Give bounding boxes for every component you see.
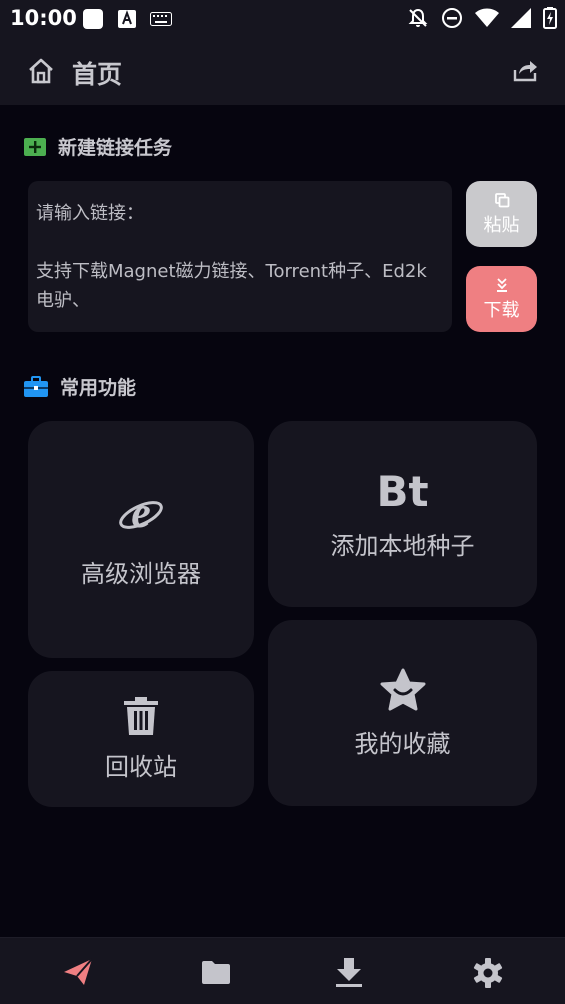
download-button[interactable]: 下载 [466, 266, 537, 332]
common-title: 常用功能 [60, 377, 137, 399]
add-box-icon [24, 137, 46, 156]
page-title: 首页 [72, 60, 123, 89]
add-torrent-label: 添加本地种子 [330, 532, 475, 560]
battery-charging-icon [543, 7, 557, 29]
download-arrow-icon [496, 277, 507, 292]
star-face-icon [380, 668, 425, 710]
app-bar: 首页 [0, 38, 565, 105]
ie-browser-icon: e [119, 490, 163, 536]
square-notification-icon [83, 9, 103, 29]
status-bar: 10:00 [0, 0, 565, 38]
signal-icon [511, 8, 531, 28]
favorites-label: 我的收藏 [354, 729, 451, 758]
folder-icon[interactable] [202, 960, 230, 984]
bottom-nav [0, 937, 565, 1004]
home-icon[interactable] [27, 57, 55, 85]
trash-icon [124, 696, 158, 735]
link-input-placeholder-line2: 支持下载Magnet磁力链接、Torrent种子、Ed2k电驴、 [36, 261, 427, 311]
do-not-disturb-icon [442, 8, 462, 28]
recycle-bin-label: 回收站 [105, 752, 177, 781]
download-label: 下载 [483, 299, 520, 321]
browser-label: 高级浏览器 [81, 560, 201, 588]
font-a-icon [118, 10, 136, 28]
copy-icon [494, 192, 509, 207]
bt-icon: Bt [376, 467, 429, 516]
paste-label: 粘贴 [483, 214, 520, 236]
keyboard-icon [150, 12, 172, 26]
favorites-card[interactable]: 我的收藏 [268, 620, 537, 806]
status-time: 10:00 [10, 6, 77, 30]
common-header: 常用功能 [24, 373, 136, 400]
share-icon[interactable] [513, 58, 539, 82]
link-input-placeholder-line1: 请输入链接： [36, 203, 144, 224]
download-icon[interactable] [335, 958, 363, 988]
settings-icon[interactable] [473, 958, 503, 988]
paste-button[interactable]: 粘贴 [466, 181, 537, 247]
link-input[interactable]: 请输入链接： 支持下载Magnet磁力链接、Torrent种子、Ed2k电驴、 [28, 181, 452, 332]
new-task-header: 新建链接任务 [24, 133, 172, 160]
add-torrent-card[interactable]: Bt 添加本地种子 [268, 421, 537, 607]
send-icon[interactable] [63, 958, 93, 986]
toolbox-icon [24, 375, 48, 397]
wifi-icon [475, 8, 499, 27]
svg-text:e: e [131, 490, 151, 536]
new-task-title: 新建链接任务 [58, 137, 173, 159]
browser-card[interactable]: e 高级浏览器 [28, 421, 254, 658]
notification-off-icon [408, 8, 428, 27]
recycle-bin-card[interactable]: 回收站 [28, 671, 254, 807]
